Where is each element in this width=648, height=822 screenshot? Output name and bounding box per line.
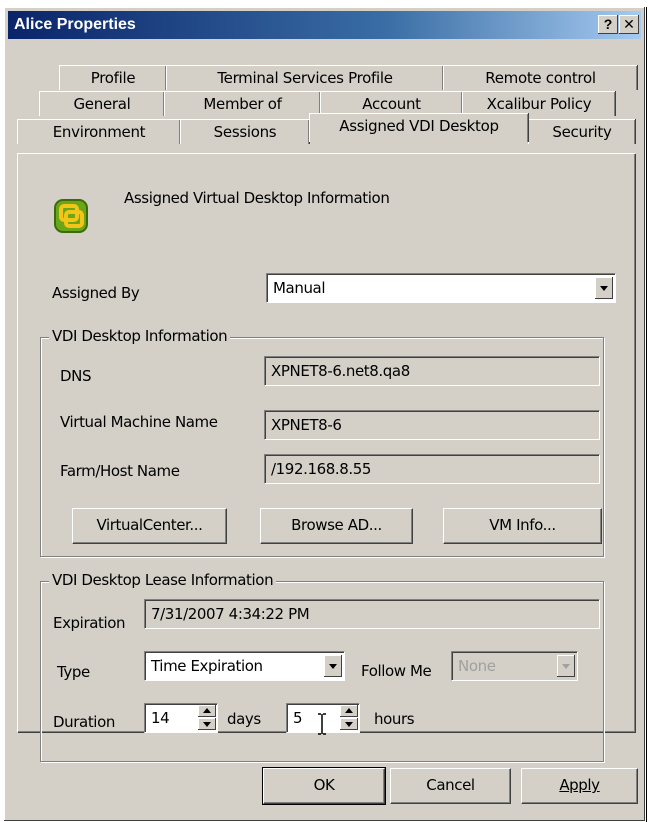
chevron-down-icon[interactable] [324,655,342,677]
assigned-by-value: Manual [273,279,326,297]
tab-security[interactable]: Security [528,119,635,144]
vmware-desktop-icon [54,199,88,233]
tab-assigned-vdi-desktop[interactable]: Assigned VDI Desktop [309,113,528,142]
tab-panel: Assigned Virtual Desktop Information Ass… [17,153,635,762]
follow-me-value: None [458,657,496,675]
browse-ad-button[interactable]: Browse AD... [260,508,413,544]
hours-label: hours [374,710,415,728]
days-spin-buttons[interactable] [198,705,216,731]
spin-down-icon[interactable] [340,718,358,730]
tab-profile[interactable]: Profile [59,65,166,90]
virtualcenter-button[interactable]: VirtualCenter... [72,508,227,544]
tab-remote-control[interactable]: Remote control [443,65,637,90]
close-icon: ✕ [623,16,635,32]
assigned-by-label: Assigned By [52,284,140,302]
chevron-down-icon[interactable] [595,277,613,299]
follow-me-label: Follow Me [361,662,432,680]
expiration-label: Expiration [53,614,126,632]
dns-field[interactable]: XPNET8-6.net8.qa8 [264,356,600,386]
hours-value: 5 [293,709,303,727]
spin-up-icon[interactable] [198,705,216,717]
ok-button[interactable]: OK [262,767,386,805]
vdi-lease-info-title: VDI Desktop Lease Information [49,571,277,589]
title-bar[interactable]: Alice Properties ? ✕ [8,11,641,39]
help-button[interactable]: ? [598,15,618,34]
vdi-desktop-info-group: VDI Desktop Information DNS XPNET8-6.net… [40,327,604,557]
duration-label: Duration [53,713,115,731]
chevron-down-icon [557,655,575,677]
expiration-field[interactable]: 7/31/2007 4:34:22 PM [144,599,600,629]
vm-info-button[interactable]: VM Info... [443,508,602,544]
assigned-by-select[interactable]: Manual [266,273,616,303]
spin-down-icon[interactable] [198,718,216,730]
vdi-lease-info-group: VDI Desktop Lease Information Expiration… [40,571,604,762]
type-label: Type [57,663,90,681]
vm-name-field[interactable]: XPNET8-6 [264,410,600,440]
farm-host-label: Farm/Host Name [60,462,180,480]
farm-host-field[interactable]: /192.168.8.55 [264,454,600,484]
tab-sessions[interactable]: Sessions [180,119,309,144]
apply-button[interactable]: Apply [521,768,638,804]
hours-spin-buttons[interactable] [340,705,358,731]
days-value: 14 [151,709,170,727]
dns-label: DNS [60,367,92,385]
days-spinner[interactable]: 14 [144,703,218,733]
header-text: Assigned Virtual Desktop Information [124,189,390,207]
window-title: Alice Properties [14,16,136,33]
tab-general[interactable]: General [39,91,164,116]
tab-environment[interactable]: Environment [17,119,180,144]
properties-dialog: Alice Properties ? ✕ Profile Terminal Se… [3,6,646,822]
type-select[interactable]: Time Expiration [144,651,345,681]
close-button[interactable]: ✕ [619,15,639,34]
cancel-button[interactable]: Cancel [390,768,511,804]
vdi-desktop-info-title: VDI Desktop Information [49,327,231,345]
text-cursor-icon [318,713,326,735]
vm-name-label: Virtual Machine Name [60,413,218,431]
follow-me-select: None [451,651,578,681]
help-icon: ? [603,16,613,32]
tab-member-of[interactable]: Member of [164,91,320,116]
tab-terminal-services-profile[interactable]: Terminal Services Profile [166,65,443,90]
spin-up-icon[interactable] [340,705,358,717]
days-label: days [227,710,261,728]
type-value: Time Expiration [151,657,263,675]
